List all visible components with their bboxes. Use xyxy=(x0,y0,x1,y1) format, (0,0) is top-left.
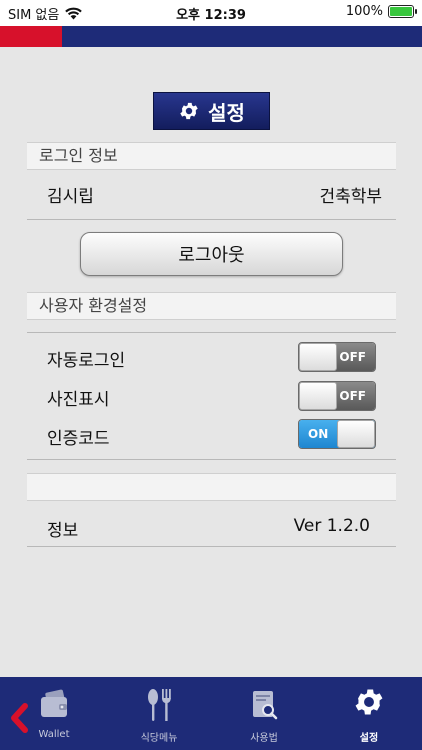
pref-label-auto-login: 자동로그인 xyxy=(47,351,126,371)
wallet-icon xyxy=(41,689,67,717)
tab-settings[interactable]: 설정 xyxy=(329,677,409,750)
divider xyxy=(27,219,396,220)
divider xyxy=(27,546,396,547)
section-header-login: 로그인 정보 xyxy=(27,142,396,170)
toggle-state: ON xyxy=(308,427,329,441)
auto-login-toggle[interactable]: OFF xyxy=(298,342,376,372)
toggle-knob xyxy=(337,420,375,448)
tab-label: 설정 xyxy=(359,733,379,744)
show-photo-toggle[interactable]: OFF xyxy=(298,381,376,411)
page-title-text: 설정 xyxy=(208,100,245,125)
divider xyxy=(27,332,396,333)
utensils-icon xyxy=(148,689,171,721)
header-band xyxy=(0,26,422,47)
user-name: 김시립 xyxy=(47,187,94,207)
manual-search-icon xyxy=(253,691,278,720)
battery-percent: 100% xyxy=(345,4,383,19)
header-accent xyxy=(0,26,62,47)
battery-icon xyxy=(388,5,417,18)
status-right: 100% xyxy=(345,4,417,19)
tab-label: 사용법 xyxy=(250,733,278,744)
section-header-prefs: 사용자 환경설정 xyxy=(27,292,396,320)
tab-bar: Wallet 식당메뉴 사용법 설정 xyxy=(0,677,422,750)
toggle-state: OFF xyxy=(339,350,366,364)
toggle-knob xyxy=(299,343,337,371)
pref-label-show-photo: 사진표시 xyxy=(47,390,110,410)
gear-icon xyxy=(355,689,383,715)
battery-fill xyxy=(390,7,412,16)
auth-code-toggle[interactable]: ON xyxy=(298,419,376,449)
pref-label-auth-code: 인증코드 xyxy=(47,429,110,449)
page-title: 설정 xyxy=(153,92,270,130)
tab-cafeteria-menu[interactable]: 식당메뉴 xyxy=(119,677,199,750)
tab-label: Wallet xyxy=(38,729,70,740)
tab-label: 식당메뉴 xyxy=(140,733,178,744)
tab-usage-guide[interactable]: 사용법 xyxy=(224,677,304,750)
info-label: 정보 xyxy=(47,521,79,541)
toggle-knob xyxy=(299,382,337,410)
section-spacer xyxy=(27,473,396,501)
divider xyxy=(27,459,396,460)
user-department: 건축학부 xyxy=(319,187,382,207)
status-bar: SIM 없음 오후 12:39 100% xyxy=(0,0,422,26)
tab-wallet[interactable]: Wallet xyxy=(14,677,94,750)
version-text: Ver 1.2.0 xyxy=(293,516,370,536)
gear-icon xyxy=(180,102,198,120)
logout-button[interactable]: 로그아웃 xyxy=(80,232,343,276)
toggle-state: OFF xyxy=(339,389,366,403)
